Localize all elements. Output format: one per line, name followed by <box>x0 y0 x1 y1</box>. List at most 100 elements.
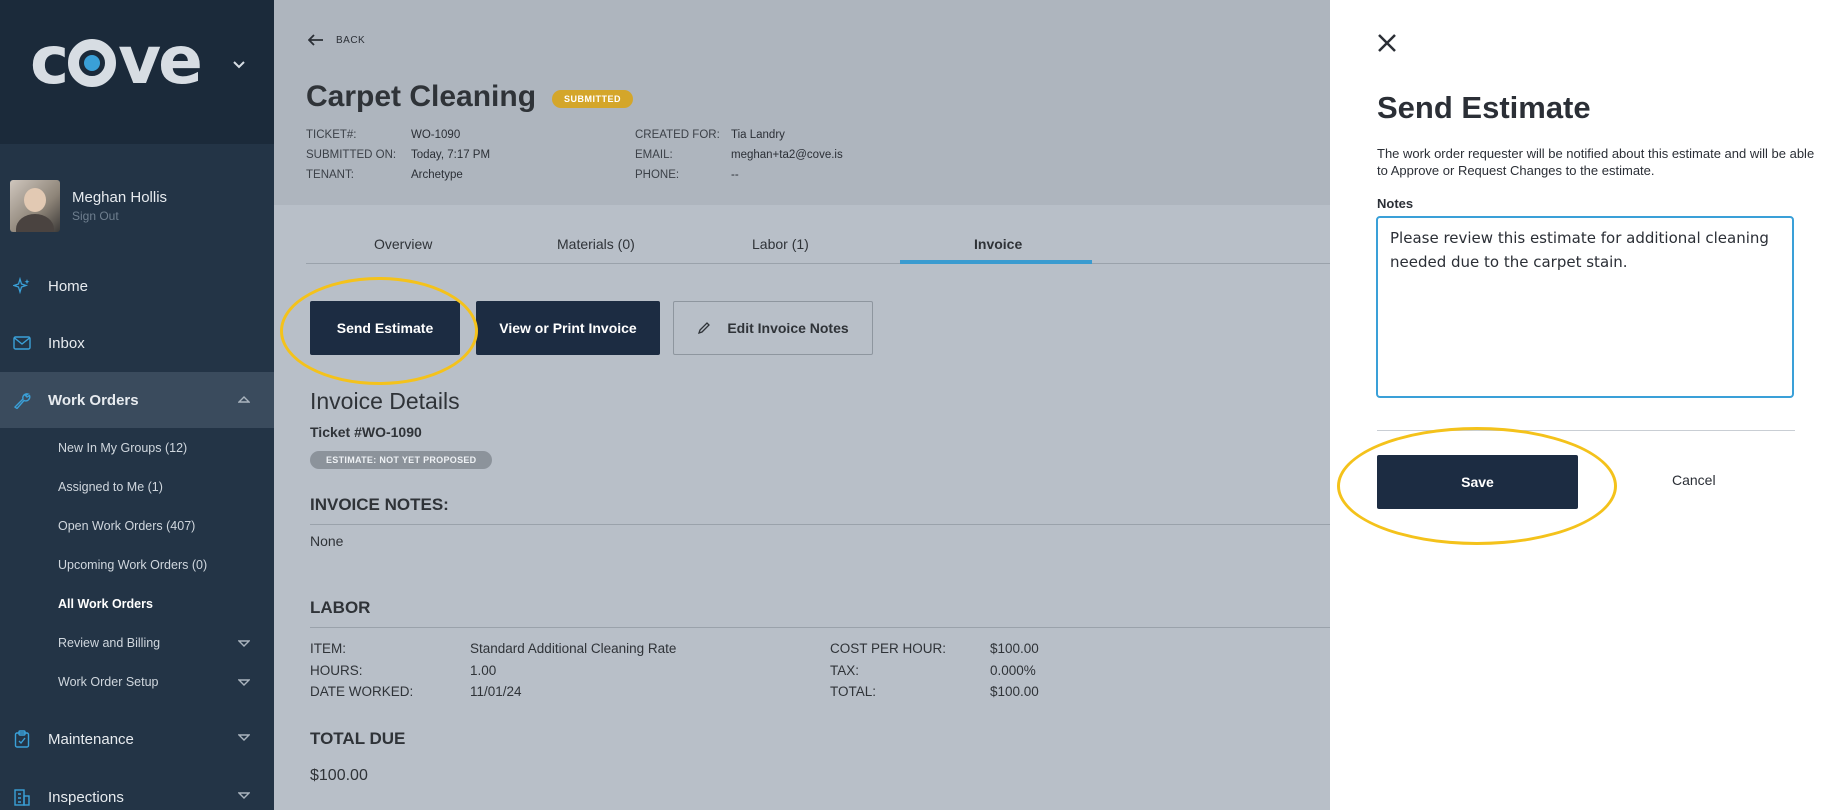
sidebar-sub-open-work-orders[interactable]: Open Work Orders (407) <box>58 519 195 533</box>
invoice-ticket-number: Ticket #WO-1090 <box>310 424 422 440</box>
nav-inbox-label: Inbox <box>48 334 85 352</box>
sidebar-sub-work-order-setup[interactable]: Work Order Setup <box>58 675 159 689</box>
edit-invoice-notes-button[interactable]: Edit Invoice Notes <box>673 301 873 355</box>
labor-value: Standard Additional Cleaning Rate <box>470 641 677 656</box>
view-print-invoice-button[interactable]: View or Print Invoice <box>476 301 660 355</box>
active-tab-indicator <box>900 260 1092 264</box>
labor-label: DATE WORKED: <box>310 684 414 699</box>
back-link[interactable]: BACK <box>308 34 365 46</box>
user-name: Meghan Hollis <box>72 189 168 206</box>
meta-value: Tia Landry <box>731 129 785 141</box>
chevron-down-icon[interactable] <box>238 792 250 800</box>
invoice-notes-value: None <box>310 533 344 549</box>
pencil-icon <box>698 322 711 335</box>
meta-label: PHONE: <box>635 169 680 181</box>
building-icon <box>12 787 32 807</box>
meta-ticket: TICKET#: WO-1090 <box>306 129 460 141</box>
meta-label: CREATED FOR: <box>635 129 720 141</box>
notes-textarea[interactable]: Please review this estimate for addition… <box>1376 216 1794 398</box>
tab-labor[interactable]: Labor (1) <box>752 236 809 252</box>
labor-value: $100.00 <box>990 684 1039 699</box>
chevron-down-icon[interactable] <box>238 734 250 742</box>
wrench-icon <box>12 390 32 410</box>
panel-description: The work order requester will be notifie… <box>1377 146 1815 178</box>
sign-out-link[interactable]: Sign Out <box>72 209 167 223</box>
sidebar: c ve Meghan Hollis Sign Out Home Inbox Wo… <box>0 0 274 810</box>
notes-label: Notes <box>1377 196 1414 211</box>
meta-label: SUBMITTED ON: <box>306 149 397 161</box>
estimate-status-badge: ESTIMATE: NOT YET PROPOSED <box>310 451 493 469</box>
labor-value: 11/01/24 <box>470 684 522 699</box>
nav-inspections[interactable]: Inspections <box>0 769 274 810</box>
invoice-details-title: Invoice Details <box>310 388 460 414</box>
arrow-left-icon <box>308 34 323 46</box>
chevron-up-icon[interactable] <box>238 395 250 403</box>
meta-submitted-on: SUBMITTED ON: Today, 7:17 PM <box>306 149 490 161</box>
divider <box>310 627 1330 628</box>
labor-label: HOURS: <box>310 663 363 678</box>
labor-value: $100.00 <box>990 641 1039 656</box>
sidebar-sub-new-in-my-groups[interactable]: New In My Groups (12) <box>58 441 187 455</box>
meta-email: EMAIL: meghan+ta2@cove.is <box>635 149 843 161</box>
meta-value: -- <box>731 169 739 181</box>
panel-title: Send Estimate <box>1377 90 1591 125</box>
meta-tenant: TENANT: Archetype <box>306 169 463 181</box>
chevron-down-icon[interactable] <box>238 640 250 648</box>
tab-overview[interactable]: Overview <box>374 236 432 252</box>
divider <box>310 524 1330 525</box>
nav-maintenance[interactable]: Maintenance <box>0 711 274 767</box>
labor-label: TOTAL: <box>830 684 877 699</box>
sidebar-sub-assigned-to-me[interactable]: Assigned to Me (1) <box>58 480 163 494</box>
sidebar-header: c ve <box>0 0 274 144</box>
labor-value: 1.00 <box>470 663 497 678</box>
invoice-notes-heading: INVOICE NOTES: <box>310 495 449 514</box>
page-title: Carpet Cleaning <box>306 80 537 113</box>
total-due-heading: TOTAL DUE <box>310 729 406 748</box>
nav-work-orders-label: Work Orders <box>48 391 139 409</box>
meta-label: TICKET#: <box>306 129 357 141</box>
avatar <box>10 180 60 232</box>
back-label: BACK <box>336 34 366 46</box>
cove-logo[interactable]: c ve <box>30 22 203 99</box>
tab-invoice[interactable]: Invoice <box>974 236 1022 252</box>
tab-bar: Overview Materials (0) Labor (1) Invoice <box>306 230 1330 264</box>
sidebar-sub-upcoming-work-orders[interactable]: Upcoming Work Orders (0) <box>58 558 207 572</box>
send-estimate-panel: Send Estimate The work order requester w… <box>1330 0 1835 810</box>
user-profile: Meghan Hollis Sign Out <box>10 180 167 232</box>
highlight-circle <box>1337 427 1617 545</box>
clipboard-icon <box>12 729 32 749</box>
nav-home-label: Home <box>48 277 89 295</box>
labor-value: 0.000% <box>990 663 1036 678</box>
cancel-button[interactable]: Cancel <box>1672 472 1716 488</box>
envelope-icon <box>12 333 32 353</box>
meta-value: Archetype <box>411 169 463 181</box>
total-due-value: $100.00 <box>310 767 368 784</box>
meta-created-for: CREATED FOR: Tia Landry <box>635 129 785 141</box>
chevron-down-icon[interactable] <box>238 679 250 687</box>
meta-label: TENANT: <box>306 169 354 181</box>
labor-label: ITEM: <box>310 641 346 656</box>
nav-inbox[interactable]: Inbox <box>0 315 274 371</box>
sparkle-icon <box>12 276 32 296</box>
status-badge: SUBMITTED <box>552 90 633 108</box>
meta-phone: PHONE: -- <box>635 169 739 181</box>
meta-label: EMAIL: <box>635 149 673 161</box>
sidebar-sub-all-work-orders[interactable]: All Work Orders <box>58 597 153 611</box>
meta-value: meghan+ta2@cove.is <box>731 149 843 161</box>
sidebar-sub-review-and-billing[interactable]: Review and Billing <box>58 636 160 650</box>
labor-heading: LABOR <box>310 598 371 617</box>
meta-value: Today, 7:17 PM <box>411 149 491 161</box>
close-icon[interactable] <box>1376 32 1398 54</box>
labor-label: COST PER HOUR: <box>830 641 947 656</box>
nav-work-orders[interactable]: Work Orders <box>0 372 274 428</box>
chevron-down-icon[interactable] <box>232 58 246 72</box>
nav-maintenance-label: Maintenance <box>48 730 134 748</box>
highlight-circle <box>280 277 478 385</box>
meta-value: WO-1090 <box>411 129 461 141</box>
nav-inspections-label: Inspections <box>48 788 124 806</box>
main-content: BACK Carpet Cleaning SUBMITTED TICKET#: W… <box>274 0 1330 810</box>
edit-invoice-notes-label: Edit Invoice Notes <box>727 320 849 336</box>
tab-materials[interactable]: Materials (0) <box>557 236 635 252</box>
labor-label: TAX: <box>830 663 860 678</box>
nav-home[interactable]: Home <box>0 258 274 314</box>
